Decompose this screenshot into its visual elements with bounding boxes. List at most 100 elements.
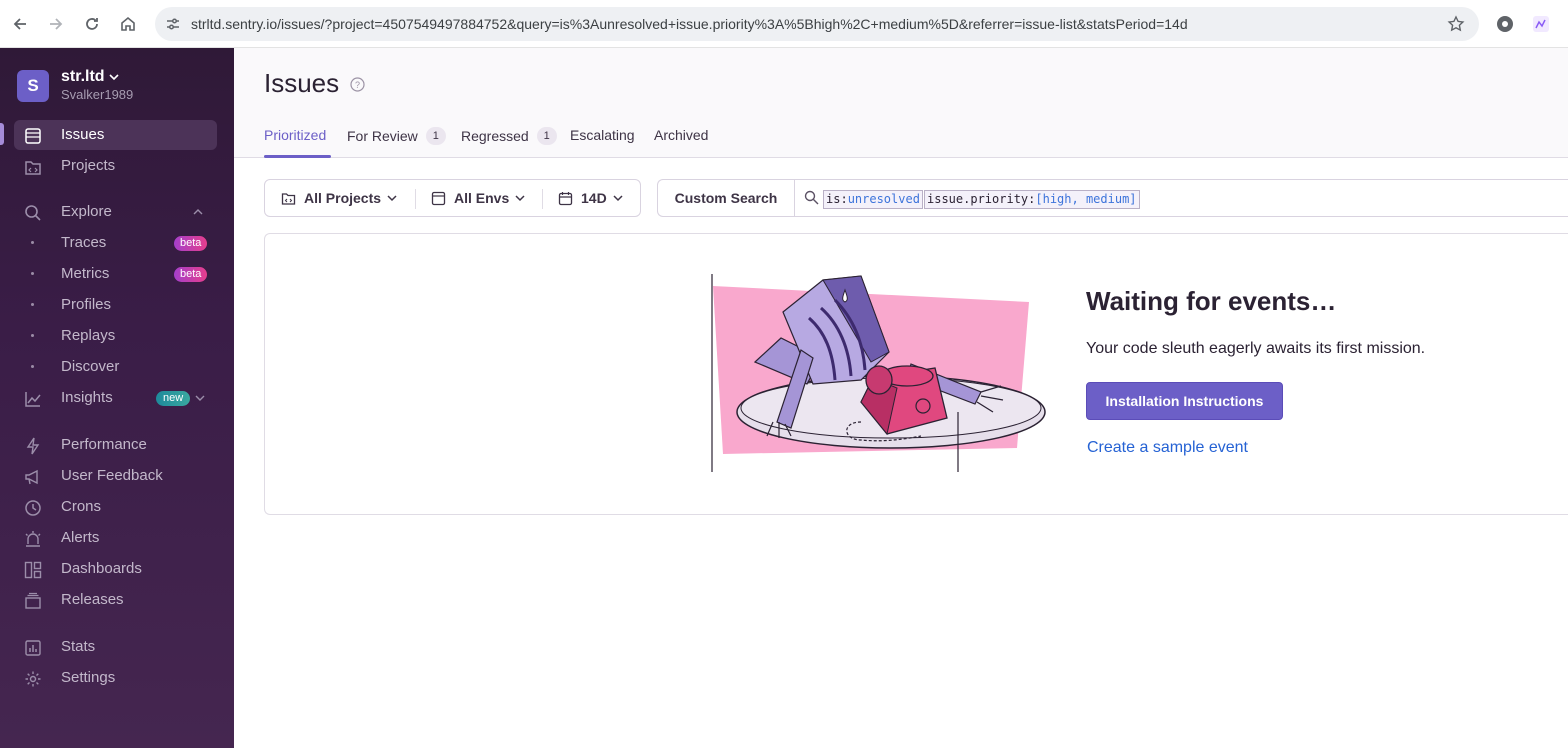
environment-filter-button[interactable]: All Envs — [431, 180, 525, 216]
sidebar-item-label: User Feedback — [61, 467, 163, 484]
gear-icon — [25, 671, 41, 687]
sidebar-item-label: Alerts — [61, 529, 100, 546]
tab-prioritized[interactable]: Prioritized — [264, 127, 326, 143]
bullet-dot — [31, 334, 34, 337]
issues-icon — [25, 128, 41, 144]
sidebar-item-metrics[interactable]: Metrics beta — [14, 259, 217, 289]
home-icon[interactable] — [116, 12, 140, 36]
stats-icon — [25, 640, 41, 656]
sidebar-item-label: Discover — [61, 358, 120, 375]
date-range-filter-button[interactable]: 14D — [558, 180, 623, 216]
sidebar-item-profiles[interactable]: Profiles — [14, 290, 217, 320]
chevron-down-icon — [515, 195, 525, 202]
help-icon[interactable]: ? — [350, 77, 365, 92]
sidebar-item-alerts[interactable]: Alerts — [14, 523, 217, 553]
sidebar-item-label: Insights — [61, 389, 113, 406]
filter-label: All Projects — [304, 190, 382, 206]
sidebar-item-user-feedback[interactable]: User Feedback — [14, 461, 217, 491]
sidebar-item-issues[interactable]: Issues — [14, 120, 217, 150]
empty-state-description: Your code sleuth eagerly awaits its firs… — [1086, 340, 1426, 357]
divider — [415, 189, 416, 209]
tab-escalating[interactable]: Escalating — [570, 127, 635, 143]
tab-label: Prioritized — [264, 127, 327, 143]
sidebar-item-label: Explore — [61, 203, 112, 220]
sidebar-item-label: Issues — [61, 126, 105, 143]
forward-arrow-icon[interactable] — [44, 12, 68, 36]
projects-icon — [281, 192, 296, 205]
search-token[interactable]: issue.priority:[high, medium] — [924, 190, 1140, 209]
sidebar: S str.ltd Svalker1989 Issues Projects Ex… — [0, 48, 234, 748]
tab-regressed[interactable]: Regressed 1 — [461, 127, 557, 145]
bullet-dot — [31, 272, 34, 275]
active-tab-underline — [264, 155, 331, 158]
bookmark-star-icon[interactable] — [1447, 15, 1465, 33]
siren-icon — [25, 531, 41, 547]
reload-icon[interactable] — [80, 12, 104, 36]
tab-label: Archived — [654, 127, 709, 143]
bullet-dot — [31, 303, 34, 306]
sidebar-item-settings[interactable]: Settings — [14, 663, 217, 693]
profile-icon[interactable] — [1529, 12, 1553, 36]
megaphone-icon — [25, 469, 38, 485]
bullet-dot — [31, 241, 34, 244]
active-indicator — [0, 123, 4, 145]
sidebar-item-insights[interactable]: Insights new — [14, 383, 217, 413]
tab-count: 1 — [536, 127, 557, 145]
page-header: Issues ? Prioritized For Review 1 Regress… — [234, 48, 1568, 158]
divider — [542, 189, 543, 209]
browser-toolbar: strltd.sentry.io/issues/?project=4507549… — [0, 0, 1568, 48]
custom-search-button[interactable]: Custom Search — [658, 180, 795, 216]
tab-label: Regressed — [461, 128, 529, 144]
issue-search-bar[interactable]: Custom Search is:unresolved issue.priori… — [657, 179, 1568, 217]
empty-state-title: Waiting for events… — [1086, 286, 1337, 316]
sidebar-item-projects[interactable]: Projects — [14, 151, 217, 181]
waiting-for-events-illustration — [711, 274, 1046, 472]
installation-instructions-button[interactable]: Installation Instructions — [1086, 382, 1283, 420]
new-badge: new — [156, 391, 191, 406]
sidebar-item-performance[interactable]: Performance — [14, 430, 217, 460]
site-settings-icon[interactable] — [165, 16, 181, 32]
sidebar-item-label: Projects — [61, 157, 116, 174]
org-name[interactable]: str.ltd — [61, 68, 119, 86]
sidebar-item-dashboards[interactable]: Dashboards — [14, 554, 217, 584]
performance-icon — [26, 437, 40, 455]
search-token[interactable]: is:unresolved — [823, 190, 923, 209]
extensions-icon[interactable] — [1493, 12, 1517, 36]
sidebar-item-label: Crons — [61, 498, 102, 515]
clock-icon — [25, 500, 41, 516]
url-text[interactable]: strltd.sentry.io/issues/?project=4507549… — [191, 16, 1188, 32]
insights-icon — [25, 392, 41, 407]
sidebar-item-label: Profiles — [61, 296, 112, 313]
token-value: unresolved — [847, 192, 920, 206]
chevron-up-icon — [193, 209, 203, 215]
calendar-icon — [558, 191, 573, 205]
create-sample-event-link[interactable]: Create a sample event — [1087, 439, 1248, 457]
org-switcher[interactable]: S str.ltd Svalker1989 — [17, 68, 133, 102]
sidebar-item-stats[interactable]: Stats — [14, 632, 217, 662]
back-arrow-icon[interactable] — [8, 12, 32, 36]
filter-label: All Envs — [454, 190, 510, 206]
address-bar[interactable]: strltd.sentry.io/issues/?project=4507549… — [155, 7, 1479, 41]
tab-count: 1 — [425, 127, 446, 145]
tab-label: Escalating — [570, 127, 635, 143]
chevron-down-icon — [195, 395, 205, 401]
sidebar-item-label: Metrics — [61, 265, 110, 282]
sidebar-item-label: Replays — [61, 327, 116, 344]
sidebar-item-discover[interactable]: Discover — [14, 352, 217, 382]
tab-archived[interactable]: Archived — [654, 127, 708, 143]
search-icon — [804, 190, 819, 205]
org-avatar[interactable]: S — [17, 70, 49, 102]
token-value: [high, medium] — [1035, 192, 1137, 206]
project-filter-button[interactable]: All Projects — [281, 180, 397, 216]
sidebar-item-releases[interactable]: Releases — [14, 585, 217, 615]
beta-badge: beta — [174, 267, 208, 282]
bullet-dot — [31, 365, 34, 368]
sidebar-item-label: Settings — [61, 669, 116, 686]
sidebar-item-explore[interactable]: Explore — [14, 197, 217, 227]
sidebar-item-traces[interactable]: Traces beta — [14, 228, 217, 258]
sidebar-item-replays[interactable]: Replays — [14, 321, 217, 351]
svg-text:?: ? — [355, 80, 360, 90]
tab-for-review[interactable]: For Review 1 — [347, 127, 446, 145]
sidebar-item-crons[interactable]: Crons — [14, 492, 217, 522]
beta-badge: beta — [174, 236, 208, 251]
